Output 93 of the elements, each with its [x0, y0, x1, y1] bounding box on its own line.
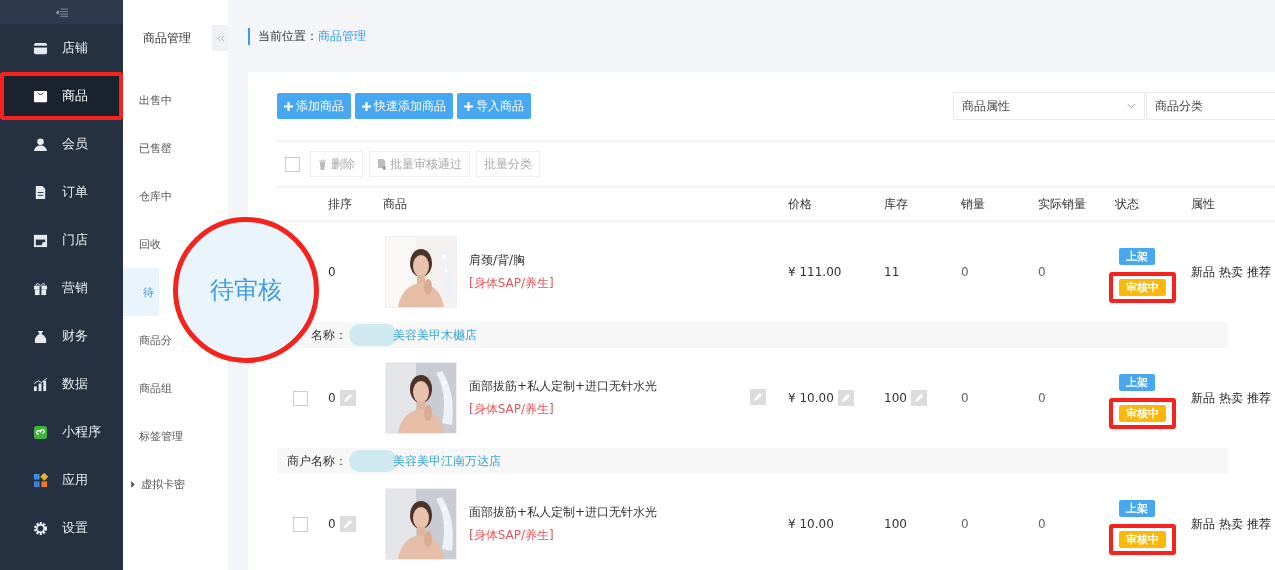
sales-value: 0	[961, 517, 969, 531]
double-chevron-left-icon	[215, 33, 225, 43]
product-category: [身体SAP/养生]	[469, 527, 555, 544]
actual-sales-value: 0	[1038, 265, 1046, 279]
column-header: 价格	[787, 195, 813, 213]
magnified-label: 待审核	[210, 275, 282, 306]
plus-icon	[362, 101, 371, 111]
sidebar-item[interactable]: 财务	[0, 312, 123, 360]
column-header: 实际销量	[1037, 195, 1087, 213]
column-header: 库存	[883, 195, 909, 213]
sidebar-item[interactable]: 订单	[0, 168, 123, 216]
row-checkbox[interactable]	[293, 390, 308, 406]
sidebar-item[interactable]: 营销	[0, 264, 123, 312]
status-badge: 审核中	[1119, 279, 1166, 296]
price-value: ¥ 10.00	[788, 517, 834, 531]
shop-icon	[33, 232, 48, 248]
status-badge: 审核中	[1119, 531, 1166, 548]
sales-value: 0	[961, 391, 969, 405]
plus-icon	[464, 101, 473, 111]
status-badge: 审核中	[1119, 405, 1166, 422]
column-header: 排序	[327, 195, 353, 213]
status-badge: 上架	[1119, 248, 1155, 265]
sort-value: 0	[328, 265, 336, 279]
price-value: ¥ 10.00	[788, 391, 834, 405]
attribute-tags: 新品 热卖 推荐	[1191, 389, 1271, 407]
sidebar-item[interactable]: 店铺	[0, 24, 123, 72]
merchant-label: 名称：	[310, 326, 347, 344]
sidebar-item[interactable]: 小程序	[0, 408, 123, 456]
product-category: [身体SAP/养生]	[469, 401, 555, 418]
moneybag-icon	[33, 328, 48, 344]
product-name[interactable]: 面部拔筋+私人定制+进口无针水光	[469, 504, 746, 521]
column-header: 状态	[1114, 195, 1140, 213]
sidebar-item[interactable]: 会员	[0, 120, 123, 168]
actual-sales-value: 0	[1038, 517, 1046, 531]
store-icon	[33, 40, 48, 56]
sort-value: 0	[328, 517, 336, 531]
bar-chart-icon	[33, 376, 48, 392]
select-all-checkbox[interactable]	[285, 156, 300, 172]
stock-value: 11	[884, 265, 900, 279]
product-category: [身体SAP/养生]	[469, 275, 555, 292]
column-header: 商品	[382, 195, 408, 213]
sidebar-item[interactable]: 商品	[0, 72, 123, 120]
sales-value: 0	[961, 265, 969, 279]
collapse-button[interactable]	[212, 25, 228, 51]
submenu-item[interactable]: 仓库中	[123, 189, 172, 203]
status-badge: 上架	[1119, 374, 1155, 391]
submenu-item[interactable]: 出售中	[123, 93, 172, 107]
sidebar-item[interactable]: 设置	[0, 504, 123, 552]
menu-collapse-icon[interactable]	[55, 7, 68, 17]
pencil-icon[interactable]	[339, 390, 356, 406]
attribute-tags: 新品 热卖 推荐	[1191, 515, 1271, 533]
submenu-item[interactable]: 回收	[123, 237, 161, 251]
sidebar-item[interactable]: 数据	[0, 360, 123, 408]
gift-icon	[33, 280, 48, 296]
submenu-item[interactable]: 虚拟卡密	[123, 477, 185, 491]
document-icon	[33, 184, 48, 200]
column-header: 销量	[960, 195, 986, 213]
pencil-icon[interactable]	[837, 390, 854, 406]
stock-value: 100	[884, 517, 907, 531]
plus-icon	[284, 101, 293, 111]
sort-value: 0	[328, 391, 336, 405]
pencil-icon[interactable]	[750, 388, 766, 405]
user-icon	[33, 136, 48, 152]
breadcrumb-label: 当前位置：	[248, 27, 318, 45]
trash-icon	[318, 158, 327, 170]
attribute-tags: 新品 热卖 推荐	[1191, 263, 1271, 281]
pencil-icon[interactable]	[339, 516, 356, 532]
pencil-icon[interactable]	[910, 390, 927, 406]
input-field[interactable]: 商品分类	[1146, 92, 1275, 120]
submenu-item[interactable]: 商品分	[123, 333, 172, 347]
gear-icon	[33, 520, 48, 536]
mini-program-icon	[33, 424, 48, 440]
column-header: 属性	[1190, 195, 1216, 213]
expand-triangle-icon	[131, 480, 135, 488]
chevron-down-icon	[1127, 103, 1136, 109]
submenu-item[interactable]: 标签管理	[123, 429, 183, 443]
sidebar-item[interactable]: 门店	[0, 216, 123, 264]
stock-value: 100	[884, 391, 907, 405]
row-checkbox[interactable]	[293, 516, 308, 532]
product-name[interactable]: 面部拔筋+私人定制+进口无针水光	[469, 378, 746, 395]
sidebar-item[interactable]: 应用	[0, 456, 123, 504]
bag-icon	[33, 88, 48, 104]
apps-icon	[33, 472, 48, 488]
price-value: ¥ 111.00	[788, 265, 842, 279]
merchant-label: 商户名称：	[287, 452, 347, 470]
submenu-title: 商品管理	[143, 30, 191, 47]
status-badge: 上架	[1119, 500, 1155, 517]
product-name[interactable]: 肩颈/背/胸	[469, 252, 746, 269]
select-field[interactable]: 商品属性	[953, 92, 1145, 120]
actual-sales-value: 0	[1038, 391, 1046, 405]
submenu-item[interactable]: 商品组	[123, 381, 172, 395]
document-icon	[377, 158, 386, 170]
submenu-item[interactable]: 已售罄	[123, 141, 172, 155]
